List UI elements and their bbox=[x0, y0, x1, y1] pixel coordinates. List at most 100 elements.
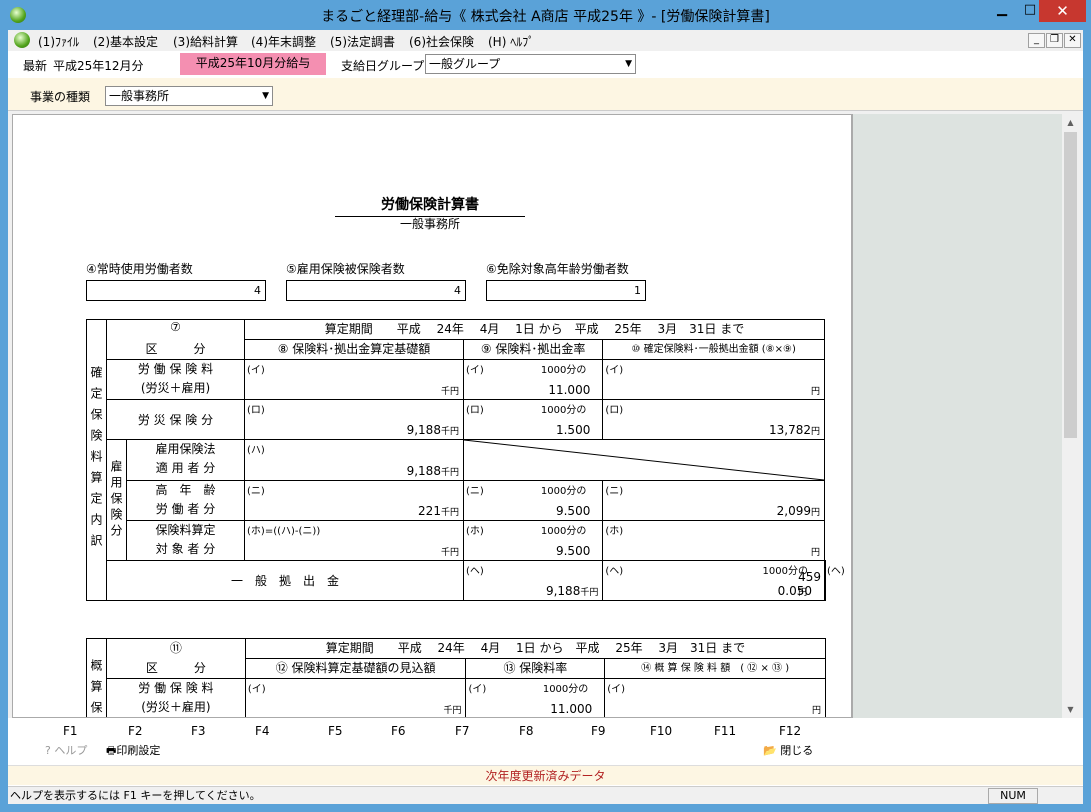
menu-social-insurance[interactable]: (6)社会保険 bbox=[409, 33, 474, 50]
cell-marker: (ロ) bbox=[465, 405, 484, 416]
fkey-f10[interactable]: F10 bbox=[650, 724, 672, 738]
cell-marker: (ホ)=((ハ)-(ニ)) bbox=[247, 526, 321, 537]
cell-value: 2,099円 bbox=[777, 504, 820, 518]
report-title: 労働保険計算書 bbox=[335, 194, 525, 217]
cell: (ロ) 1000分の 1.500 bbox=[462, 399, 604, 440]
cell: (ホ)=((ハ)-(ニ)) 千円 bbox=[244, 520, 464, 561]
cell-number: 221 bbox=[418, 504, 441, 518]
fkey-f4[interactable]: F4 bbox=[255, 724, 270, 738]
mdi-close-button[interactable]: ✕ bbox=[1064, 33, 1081, 48]
fkey-f5[interactable]: F5 bbox=[328, 724, 343, 738]
row-label-line2: 対 象 者 分 bbox=[155, 542, 216, 556]
koyo-side-cell: 雇用保険分 bbox=[105, 439, 127, 561]
fkey-f11[interactable]: F11 bbox=[714, 724, 736, 738]
data-status-message: 次年度更新済みデータ bbox=[8, 765, 1083, 785]
dropdown-arrow-icon: ▼ bbox=[262, 91, 269, 101]
menu-payroll-calc[interactable]: (3)給料計算 bbox=[173, 33, 238, 50]
report-paper: 労働保険計算書 一般事務所 ④常時使用労働者数 4 ⑤雇用保険被保険者数 4 ⑥… bbox=[12, 114, 852, 718]
scroll-up-icon[interactable]: ▲ bbox=[1062, 114, 1079, 131]
cell-marker: (ニ) bbox=[247, 486, 265, 497]
unit-label: 千円 bbox=[443, 706, 462, 716]
cell-number: 9,188 bbox=[406, 423, 441, 437]
menu-basic-settings[interactable]: (2)基本設定 bbox=[93, 33, 158, 50]
menu-legal-reports[interactable]: (5)法定調書 bbox=[330, 33, 395, 50]
scroll-down-icon[interactable]: ▼ bbox=[1062, 701, 1079, 718]
client-area: (1)ﾌｧｲﾙ (2)基本設定 (3)給料計算 (4)年末調整 (5)法定調書 … bbox=[8, 30, 1083, 804]
minimize-button[interactable]: ▁ bbox=[988, 0, 1016, 22]
fkey-f3[interactable]: F3 bbox=[191, 724, 206, 738]
row-label-line1: 保険料算定 bbox=[155, 523, 216, 537]
fkey-f2[interactable]: F2 bbox=[128, 724, 143, 738]
folder-icon: 📂 bbox=[763, 744, 777, 757]
cell-marker: (ニ) bbox=[605, 486, 624, 497]
t1-period: 算定期間 平成 24年 4月 1日 から 平成 25年 3月 31日 まで bbox=[244, 319, 825, 340]
cell-value: 円 bbox=[811, 383, 820, 397]
close-window-button[interactable]: ✕ bbox=[1039, 0, 1086, 22]
cell-marker: (ロ) bbox=[247, 405, 265, 416]
menu-help[interactable]: (H) ﾍﾙﾌﾟ bbox=[488, 33, 534, 50]
fkey-f12[interactable]: F12 bbox=[779, 724, 801, 738]
cell-marker: (イ) bbox=[605, 365, 624, 376]
unit-label: 円 bbox=[798, 588, 808, 598]
field6-label: ⑥免除対象高年齢労働者数 bbox=[486, 262, 629, 276]
rate-value: 9.500 bbox=[555, 544, 591, 558]
unit-label: 千円 bbox=[440, 427, 459, 437]
t2-col14-header: ⑭ 概 算 保 険 料 額 ( ⑫ × ⑬ ) bbox=[604, 658, 826, 679]
field6-value: 1 bbox=[486, 280, 646, 301]
cell-marker: (イ) bbox=[468, 684, 487, 695]
fkey-f8[interactable]: F8 bbox=[519, 724, 534, 738]
rate-value: 9.500 bbox=[555, 504, 591, 518]
diagonal-line bbox=[463, 440, 824, 480]
row-label: 保険料算定対 象 者 分 bbox=[125, 520, 246, 561]
cell: (イ) 円 bbox=[604, 678, 826, 717]
business-type-select[interactable]: 一般事務所 ▼ bbox=[105, 86, 273, 106]
menu-file[interactable]: (1)ﾌｧｲﾙ bbox=[38, 33, 79, 50]
rate-unit: 1000分の bbox=[540, 486, 587, 497]
cell: (ニ) 1000分の 9.500 bbox=[462, 480, 604, 521]
cell-number: 9,188 bbox=[545, 584, 581, 598]
t1-num: ⑦ bbox=[105, 319, 246, 340]
t1-side-label: 確定保険料算定内訳 bbox=[88, 365, 103, 555]
mdi-minimize-button[interactable]: _ bbox=[1028, 33, 1045, 48]
close-action[interactable]: 📂 閉じる bbox=[763, 742, 813, 758]
fkey-f9[interactable]: F9 bbox=[591, 724, 606, 738]
pay-group-value: 一般グループ bbox=[429, 57, 501, 71]
unit-label: 千円 bbox=[580, 588, 599, 598]
fkey-f7[interactable]: F7 bbox=[455, 724, 470, 738]
app-window: まるごと経理部-給与《 株式会社 A商店 平成25年 》- [労働保険計算書] … bbox=[0, 0, 1091, 812]
function-key-bar: F1 F2 F3 F4 F5 F6 F7 F8 F9 F10 F11 F12 ?… bbox=[8, 720, 1083, 760]
unit-label: 円 bbox=[810, 548, 820, 558]
table-row: 労 働 保 険 料 (労災＋雇用) (イ) 千円 (イ) 1000分の 11.000 (… bbox=[87, 359, 826, 400]
t1-kubun: 区 分 bbox=[105, 339, 246, 360]
num-lock-indicator: NUM bbox=[988, 788, 1038, 804]
scroll-thumb[interactable] bbox=[1064, 132, 1077, 438]
fkey-f1[interactable]: F1 bbox=[63, 724, 78, 738]
window-title: まるごと経理部-給与《 株式会社 A商店 平成25年 》- [労働保険計算書] bbox=[321, 9, 770, 25]
pay-group-select[interactable]: 一般グループ ▼ bbox=[425, 54, 636, 74]
confirmed-premium-table: 確定保険料算定内訳 ⑦ 算定期間 平成 24年 4月 1日 から 平成 25年 … bbox=[86, 319, 845, 601]
fkey-f6[interactable]: F6 bbox=[391, 724, 406, 738]
table-row: 雇用保険分 雇用保険法適 用 者 分 (ハ) 9,188千円 bbox=[87, 439, 826, 561]
cell-number: 459 bbox=[798, 570, 821, 584]
cell: (ヘ) 459 円 bbox=[798, 560, 845, 601]
printer-icon: 🖶 bbox=[106, 744, 117, 757]
unit-label: 円 bbox=[810, 387, 820, 397]
rate-unit: 1000分の bbox=[540, 526, 587, 537]
help-action[interactable]: ? ヘルプ bbox=[45, 742, 87, 758]
menu-year-end[interactable]: (4)年末調整 bbox=[251, 33, 316, 50]
side-panel bbox=[852, 114, 1062, 718]
mdi-restore-button[interactable]: ❐ bbox=[1046, 33, 1063, 48]
print-settings-action[interactable]: 🖶印刷設定 bbox=[106, 742, 160, 761]
vertical-scrollbar[interactable]: ▲ ▼ bbox=[1062, 114, 1079, 718]
cell: (ヘ) 9,188千円 bbox=[462, 560, 604, 601]
cell-value: 千円 bbox=[441, 544, 459, 558]
cell-marker: (ヘ) bbox=[827, 566, 845, 577]
cell: (ホ) 1000分の 9.500 bbox=[462, 520, 604, 561]
t2-kubun: 区 分 bbox=[105, 658, 246, 679]
print-settings-label: 印刷設定 bbox=[116, 744, 161, 757]
field4-label: ④常時使用労働者数 bbox=[86, 262, 193, 276]
status-bar: ヘルプを表示するには F1 キーを押してください。 NUM bbox=[8, 786, 1083, 804]
document-menu-icon[interactable] bbox=[14, 32, 30, 48]
cell-value: 千円 bbox=[441, 383, 459, 397]
row-label-line2: (労災＋雇用) bbox=[141, 700, 211, 714]
